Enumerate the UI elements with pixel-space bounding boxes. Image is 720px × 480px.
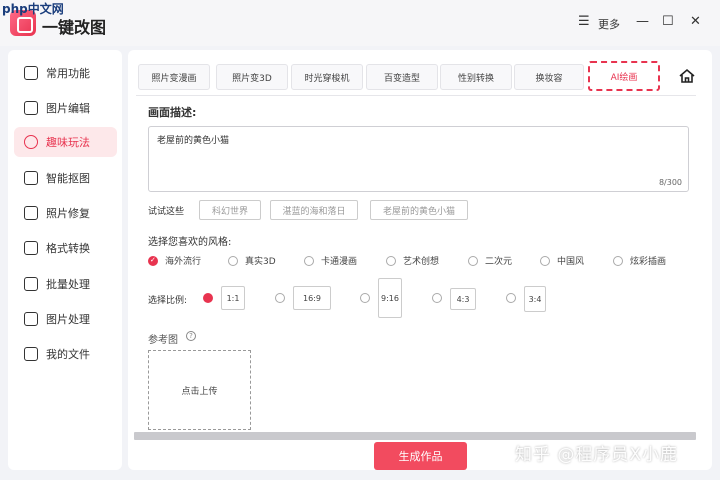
style-option-label: 中国风 bbox=[557, 257, 585, 267]
ratio-4-3[interactable]: 4:3 bbox=[450, 288, 476, 310]
sidebar-item-batch[interactable]: 批量处理 bbox=[14, 269, 117, 299]
tab-makeup[interactable]: 换妆容 bbox=[514, 64, 584, 90]
sidebar-item-label: 常用功能 bbox=[46, 67, 90, 80]
style-option-label: 炫彩插画 bbox=[630, 257, 667, 267]
sidebar: 常用功能 图片编辑 趣味玩法 智能抠图 照片修复 格式转换 批量处理 图片处理 … bbox=[8, 50, 122, 470]
radio-icon bbox=[613, 255, 623, 266]
upload-area[interactable]: 点击上传 bbox=[148, 350, 251, 430]
radio-checked-icon[interactable] bbox=[203, 293, 213, 303]
horizontal-scrollbar[interactable] bbox=[134, 432, 696, 440]
char-counter: 8/300 bbox=[658, 178, 682, 187]
style-option-label: 卡通漫画 bbox=[321, 257, 358, 267]
sidebar-item-repair[interactable]: 照片修复 bbox=[14, 198, 117, 228]
style-option[interactable]: 中国风 bbox=[540, 254, 584, 267]
minimize-icon[interactable]: — bbox=[636, 14, 649, 29]
radio-icon bbox=[228, 255, 238, 266]
radio-icon[interactable] bbox=[432, 293, 442, 303]
radio-icon bbox=[386, 255, 396, 266]
tab-photo-to-comic[interactable]: 照片变漫画 bbox=[138, 64, 210, 90]
style-option[interactable]: 二次元 bbox=[468, 254, 512, 267]
style-option-label: 真实3D bbox=[245, 257, 276, 267]
convert-icon bbox=[24, 241, 38, 255]
fun-icon bbox=[24, 135, 38, 149]
layers-icon bbox=[24, 277, 38, 291]
style-option-label: 艺术创想 bbox=[403, 257, 440, 267]
style-option[interactable]: 海外流行 bbox=[148, 254, 201, 267]
style-option-label: 二次元 bbox=[485, 257, 513, 267]
sidebar-item-convert[interactable]: 格式转换 bbox=[14, 233, 117, 263]
sidebar-item-fun[interactable]: 趣味玩法 bbox=[14, 127, 117, 157]
sidebar-item-image[interactable]: 图片处理 bbox=[14, 304, 117, 334]
radio-icon[interactable] bbox=[360, 293, 370, 303]
radio-icon bbox=[468, 255, 478, 266]
style-option[interactable]: 艺术创想 bbox=[386, 254, 439, 267]
sidebar-item-label: 格式转换 bbox=[46, 242, 90, 255]
menu-icon[interactable]: ☰ bbox=[578, 14, 590, 29]
tab-time-machine[interactable]: 时光穿梭机 bbox=[291, 64, 363, 90]
style-option[interactable]: 卡通漫画 bbox=[304, 254, 357, 267]
tab-makeover[interactable]: 百变造型 bbox=[366, 64, 438, 90]
style-option[interactable]: 真实3D bbox=[228, 254, 276, 267]
cutout-icon bbox=[24, 171, 38, 185]
image-icon bbox=[24, 312, 38, 326]
style-label: 选择您喜欢的风格: bbox=[148, 237, 232, 248]
ratio-label: 选择比例: bbox=[148, 296, 188, 306]
repair-icon bbox=[24, 206, 38, 220]
divider bbox=[136, 95, 696, 96]
sidebar-item-common[interactable]: 常用功能 bbox=[14, 58, 117, 88]
watermark: 知乎 @程序员X小鹿 bbox=[515, 445, 679, 465]
sidebar-item-label: 图片处理 bbox=[46, 313, 90, 326]
radio-icon[interactable] bbox=[275, 293, 285, 303]
ratio-3-4[interactable]: 3:4 bbox=[524, 286, 546, 312]
radio-checked-icon bbox=[148, 255, 158, 266]
description-value: 老屋前的黄色小猫 bbox=[157, 136, 230, 146]
maximize-icon[interactable]: ☐ bbox=[662, 14, 674, 29]
more-button[interactable]: 更多 bbox=[598, 16, 620, 32]
radio-icon bbox=[540, 255, 550, 266]
ratio-1-1[interactable]: 1:1 bbox=[221, 286, 245, 310]
main-panel: 照片变漫画 照片变3D 时光穿梭机 百变造型 性别转换 换妆容 AI绘画 画面描… bbox=[128, 50, 712, 470]
radio-icon bbox=[304, 255, 314, 266]
sidebar-item-label: 照片修复 bbox=[46, 207, 90, 220]
app-title: 一键改图 bbox=[42, 18, 107, 37]
suggestion-chip[interactable]: 老屋前的黄色小猫 bbox=[370, 200, 468, 220]
grid-icon bbox=[24, 66, 38, 80]
style-option-label: 海外流行 bbox=[165, 257, 202, 267]
home-icon[interactable] bbox=[678, 67, 696, 85]
sidebar-item-label: 智能抠图 bbox=[46, 172, 90, 185]
sidebar-item-label: 批量处理 bbox=[46, 278, 90, 291]
title-bar: php中文网 一键改图 ☰ 更多 — ☐ ✕ bbox=[0, 0, 720, 46]
ratio-9-16[interactable]: 9:16 bbox=[378, 278, 402, 318]
help-icon[interactable]: ? bbox=[186, 331, 196, 341]
suggestion-chip[interactable]: 湛蓝的海和落日 bbox=[270, 200, 358, 220]
folder-icon bbox=[24, 347, 38, 361]
suggestion-chip[interactable]: 科幻世界 bbox=[199, 200, 261, 220]
description-label: 画面描述: bbox=[148, 106, 197, 119]
tab-ai-drawing[interactable]: AI绘画 bbox=[588, 61, 660, 91]
edit-icon bbox=[24, 101, 38, 115]
tab-photo-to-3d[interactable]: 照片变3D bbox=[216, 64, 288, 90]
sidebar-item-edit[interactable]: 图片编辑 bbox=[14, 93, 117, 123]
upload-label: 点击上传 bbox=[181, 386, 218, 397]
sidebar-item-label: 我的文件 bbox=[46, 348, 90, 361]
sidebar-item-label: 趣味玩法 bbox=[46, 136, 90, 149]
try-label: 试试这些 bbox=[148, 207, 185, 217]
radio-icon[interactable] bbox=[506, 293, 516, 303]
sidebar-item-label: 图片编辑 bbox=[46, 102, 90, 115]
ratio-16-9[interactable]: 16:9 bbox=[293, 286, 331, 310]
sidebar-item-cutout[interactable]: 智能抠图 bbox=[14, 163, 117, 193]
close-icon[interactable]: ✕ bbox=[690, 14, 701, 29]
tab-gender-swap[interactable]: 性别转换 bbox=[440, 64, 512, 90]
style-option[interactable]: 炫彩插画 bbox=[613, 254, 666, 267]
generate-button[interactable]: 生成作品 bbox=[374, 442, 467, 470]
reference-label: 参考图 bbox=[148, 335, 178, 346]
description-input[interactable]: 老屋前的黄色小猫 8/300 bbox=[148, 126, 689, 192]
sidebar-item-files[interactable]: 我的文件 bbox=[14, 339, 117, 369]
